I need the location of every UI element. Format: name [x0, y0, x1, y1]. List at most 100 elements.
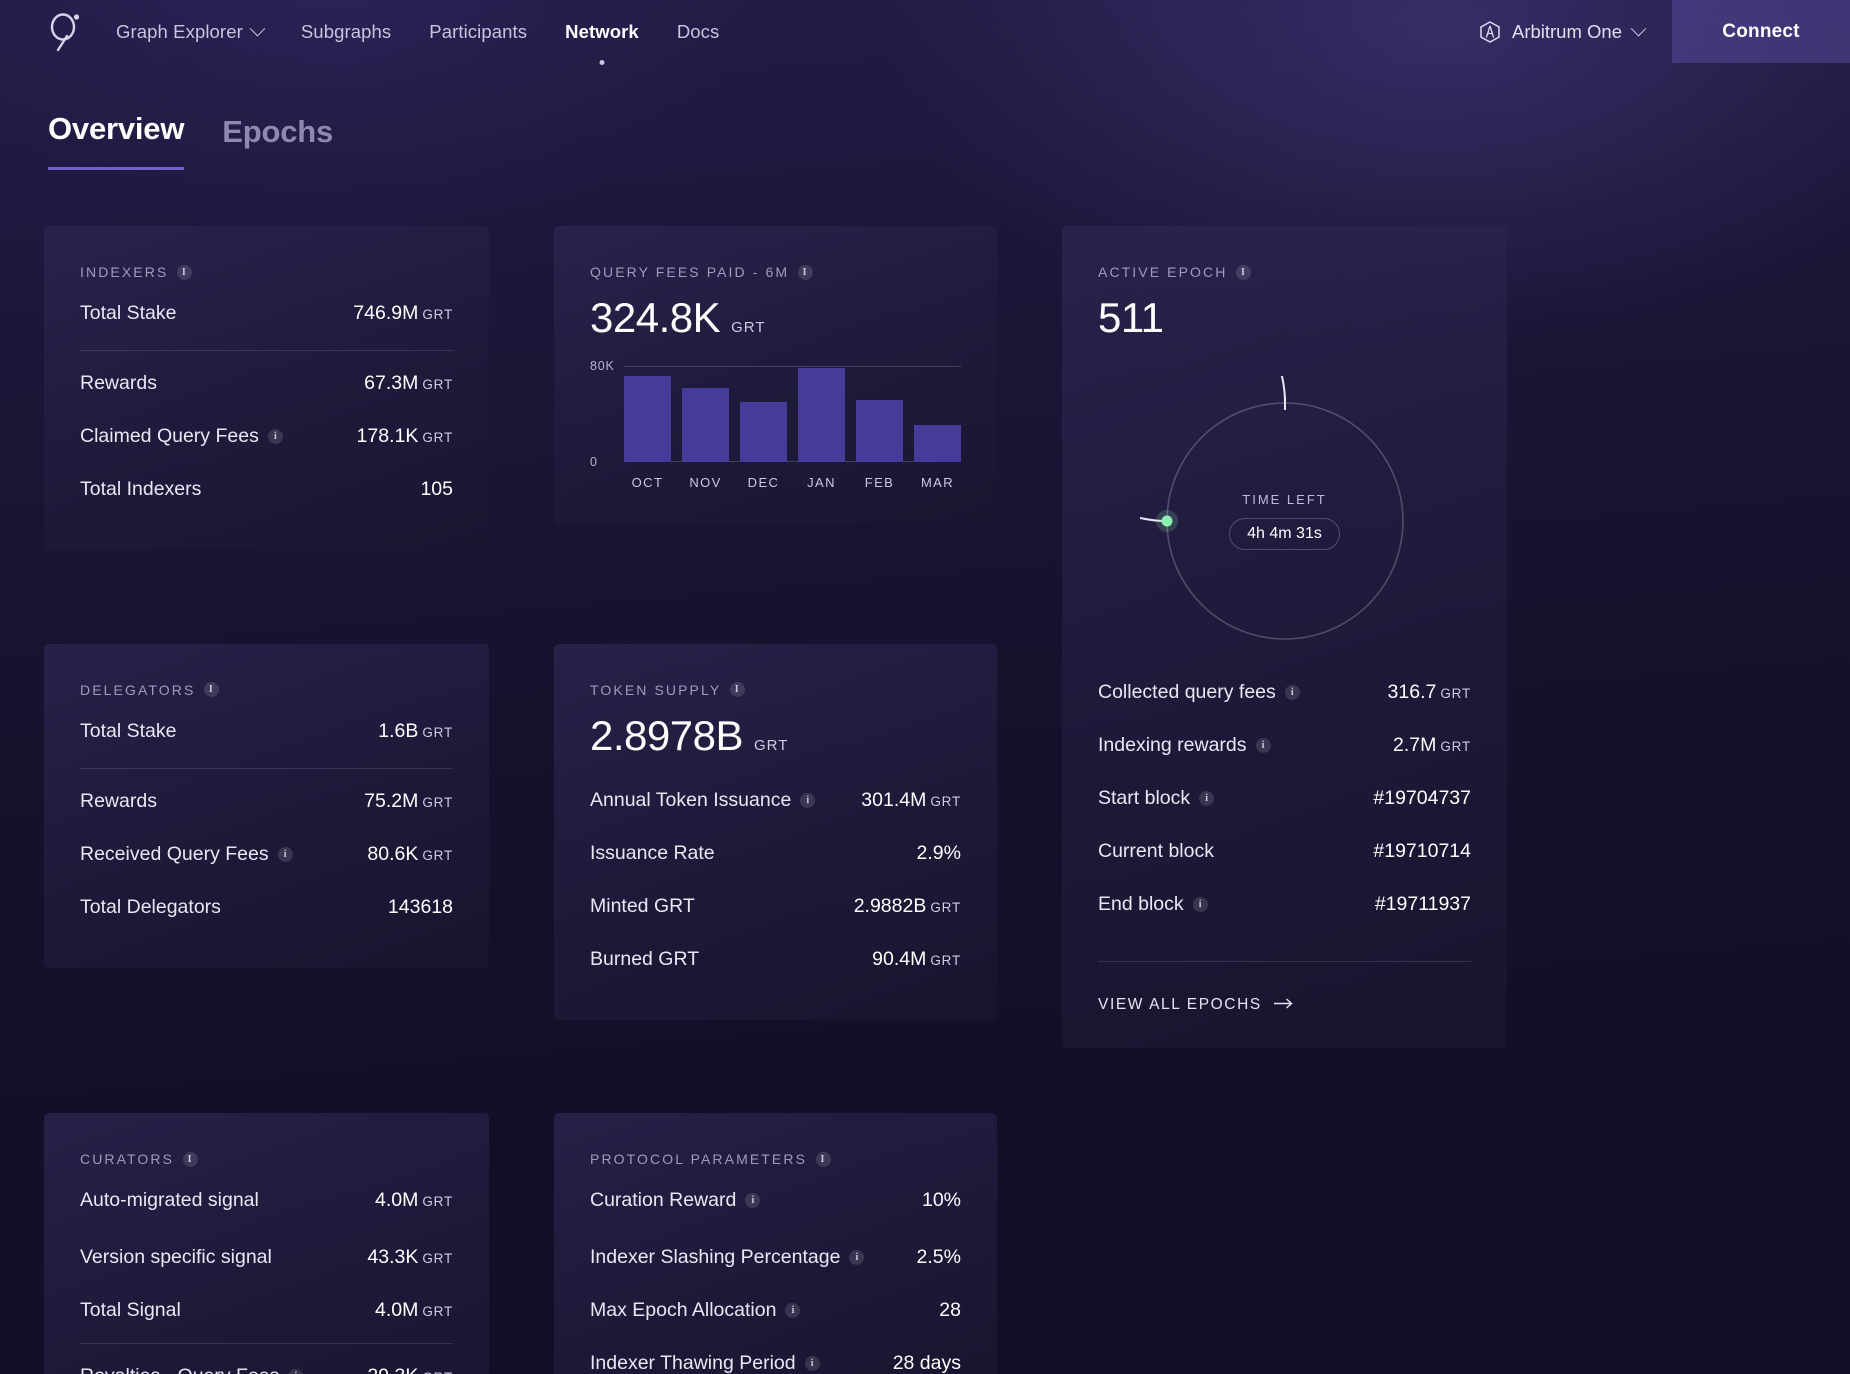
row-minted-grt: Minted GRT 2.9882BGRT [590, 880, 961, 933]
info-icon[interactable]: i [798, 265, 813, 280]
card-title-label: Curators [80, 1151, 174, 1167]
card-title-label: Protocol Parameters [590, 1151, 807, 1167]
divider [80, 1343, 453, 1344]
chevron-down-icon [1631, 21, 1647, 37]
row-curation-reward: Curation Rewardi 10% [590, 1167, 961, 1231]
card-query-fees-paid: Query Fees Paid - 6m i 324.8K GRT 80K 0 … [554, 226, 997, 524]
chart-bars [624, 366, 961, 462]
connect-button[interactable]: Connect [1672, 0, 1850, 63]
row-value: 29.3KGRT [367, 1365, 453, 1374]
info-icon[interactable]: i [849, 1250, 864, 1265]
info-icon[interactable]: i [1285, 685, 1300, 700]
row-max-epoch-allocation: Max Epoch Allocationi 28 [590, 1284, 961, 1337]
row-value: 75.2MGRT [364, 790, 453, 813]
view-all-epochs-label: View all epochs [1098, 996, 1262, 1014]
row-label: Version specific signal [80, 1246, 272, 1269]
info-icon[interactable]: i [816, 1152, 831, 1167]
row-value: 746.9MGRT [353, 302, 453, 325]
info-icon[interactable]: i [1199, 791, 1214, 806]
info-icon[interactable]: i [278, 847, 293, 862]
row-annual-token-issuance: Annual Token Issuancei 301.4MGRT [590, 774, 961, 827]
time-left-label: TIME LEFT [1229, 492, 1340, 507]
view-all-epochs-link[interactable]: View all epochs [1098, 996, 1471, 1014]
nav-item-network[interactable]: Network [565, 17, 639, 47]
time-left-value: 4h 4m 31s [1229, 518, 1340, 550]
info-icon[interactable]: i [745, 1193, 760, 1208]
arbitrum-icon [1479, 21, 1501, 43]
row-value: 1.6BGRT [378, 720, 453, 743]
card-curators: Curators i Auto-migrated signal 4.0MGRT … [44, 1113, 489, 1374]
row-rewards: Rewards 75.2MGRT [80, 775, 453, 828]
chart-bar[interactable] [624, 376, 671, 462]
info-icon[interactable]: i [800, 793, 815, 808]
row-value: 4.0MGRT [375, 1189, 453, 1212]
row-rewards: Rewards 67.3MGRT [80, 357, 453, 410]
chart-bar[interactable] [914, 425, 961, 462]
chart-bar[interactable] [798, 368, 845, 462]
row-auto-migrated-signal: Auto-migrated signal 4.0MGRT [80, 1167, 453, 1231]
chart-bar[interactable] [740, 402, 787, 462]
info-icon[interactable]: i [805, 1356, 820, 1371]
row-value: 28 days [893, 1352, 961, 1374]
row-royalties-query-fees: Royalties - Query Feesi 29.3KGRT [80, 1350, 453, 1374]
row-label: Indexer Slashing Percentagei [590, 1246, 864, 1269]
nav-item-participants[interactable]: Participants [429, 17, 527, 47]
info-icon[interactable]: i [177, 265, 192, 280]
query-fees-bar-chart: 80K 0 OCTNOVDECJANFEBMAR [590, 366, 961, 490]
row-label: Total Stake [80, 720, 176, 743]
row-value: 10% [922, 1189, 961, 1212]
nav-item-subgraphs[interactable]: Subgraphs [301, 17, 391, 47]
card-token-supply: Token Supply i 2.8978B GRT Annual Token … [554, 644, 997, 1020]
row-label: Annual Token Issuancei [590, 789, 815, 812]
row-label: Claimed Query Feesi [80, 425, 283, 448]
card-title-delegators: Delegators i [80, 682, 453, 698]
row-label: Issuance Rate [590, 842, 715, 865]
info-icon[interactable]: i [785, 1303, 800, 1318]
arrow-right-icon [1274, 996, 1294, 1014]
row-value: 2.9882BGRT [854, 895, 961, 918]
row-label: End blocki [1098, 893, 1208, 916]
graph-logo-icon[interactable] [48, 12, 82, 52]
token-supply-value: 2.8978B [590, 712, 743, 760]
row-value: #19704737 [1373, 787, 1471, 810]
row-label: Start blocki [1098, 787, 1214, 810]
card-title-label: Active Epoch [1098, 264, 1227, 280]
info-icon[interactable]: i [1193, 897, 1208, 912]
chart-bar[interactable] [856, 400, 903, 462]
chart-bar[interactable] [682, 388, 729, 462]
chevron-down-icon [250, 21, 266, 37]
card-title-label: Token Supply [590, 682, 721, 698]
network-selector[interactable]: Arbitrum One [1479, 21, 1644, 43]
nav-item-graph-explorer[interactable]: Graph Explorer [116, 17, 263, 47]
chart-x-labels: OCTNOVDECJANFEBMAR [624, 475, 961, 490]
row-value: 2.5% [917, 1246, 961, 1269]
info-icon[interactable]: i [268, 429, 283, 444]
info-icon[interactable]: i [1256, 738, 1271, 753]
chart-x-label: MAR [914, 475, 961, 490]
chart-x-label: FEB [856, 475, 903, 490]
card-title-active-epoch: Active Epoch i [1098, 264, 1471, 280]
divider [1098, 961, 1471, 962]
row-value: 90.4MGRT [872, 948, 961, 971]
tab-epochs[interactable]: Epochs [222, 114, 333, 170]
info-icon[interactable]: i [730, 682, 745, 697]
row-label: Minted GRT [590, 895, 695, 918]
row-total-stake: Total Stake 1.6BGRT [80, 698, 453, 762]
row-label: Rewards [80, 790, 157, 813]
row-label: Received Query Feesi [80, 843, 293, 866]
card-indexers: Indexers i Total Stake 746.9MGRT Rewards… [44, 226, 489, 550]
nav-label-graph-explorer: Graph Explorer [116, 21, 243, 43]
nav-item-docs[interactable]: Docs [677, 17, 720, 47]
row-label: Indexer Thawing Periodi [590, 1352, 820, 1374]
info-icon[interactable]: i [183, 1152, 198, 1167]
info-icon[interactable]: i [204, 682, 219, 697]
epoch-progress-ring: TIME LEFT 4h 4m 31s [1098, 376, 1471, 666]
card-title-query-fees: Query Fees Paid - 6m i [590, 264, 961, 280]
row-start-block: Start blocki #19704737 [1098, 772, 1471, 825]
tab-overview[interactable]: Overview [48, 111, 184, 170]
info-icon[interactable]: i [1236, 265, 1251, 280]
row-current-block: Current block #19710714 [1098, 825, 1471, 878]
row-label: Total Delegators [80, 896, 221, 919]
info-icon[interactable]: i [288, 1369, 303, 1374]
main-nav: Graph Explorer Subgraphs Participants Ne… [116, 17, 719, 47]
